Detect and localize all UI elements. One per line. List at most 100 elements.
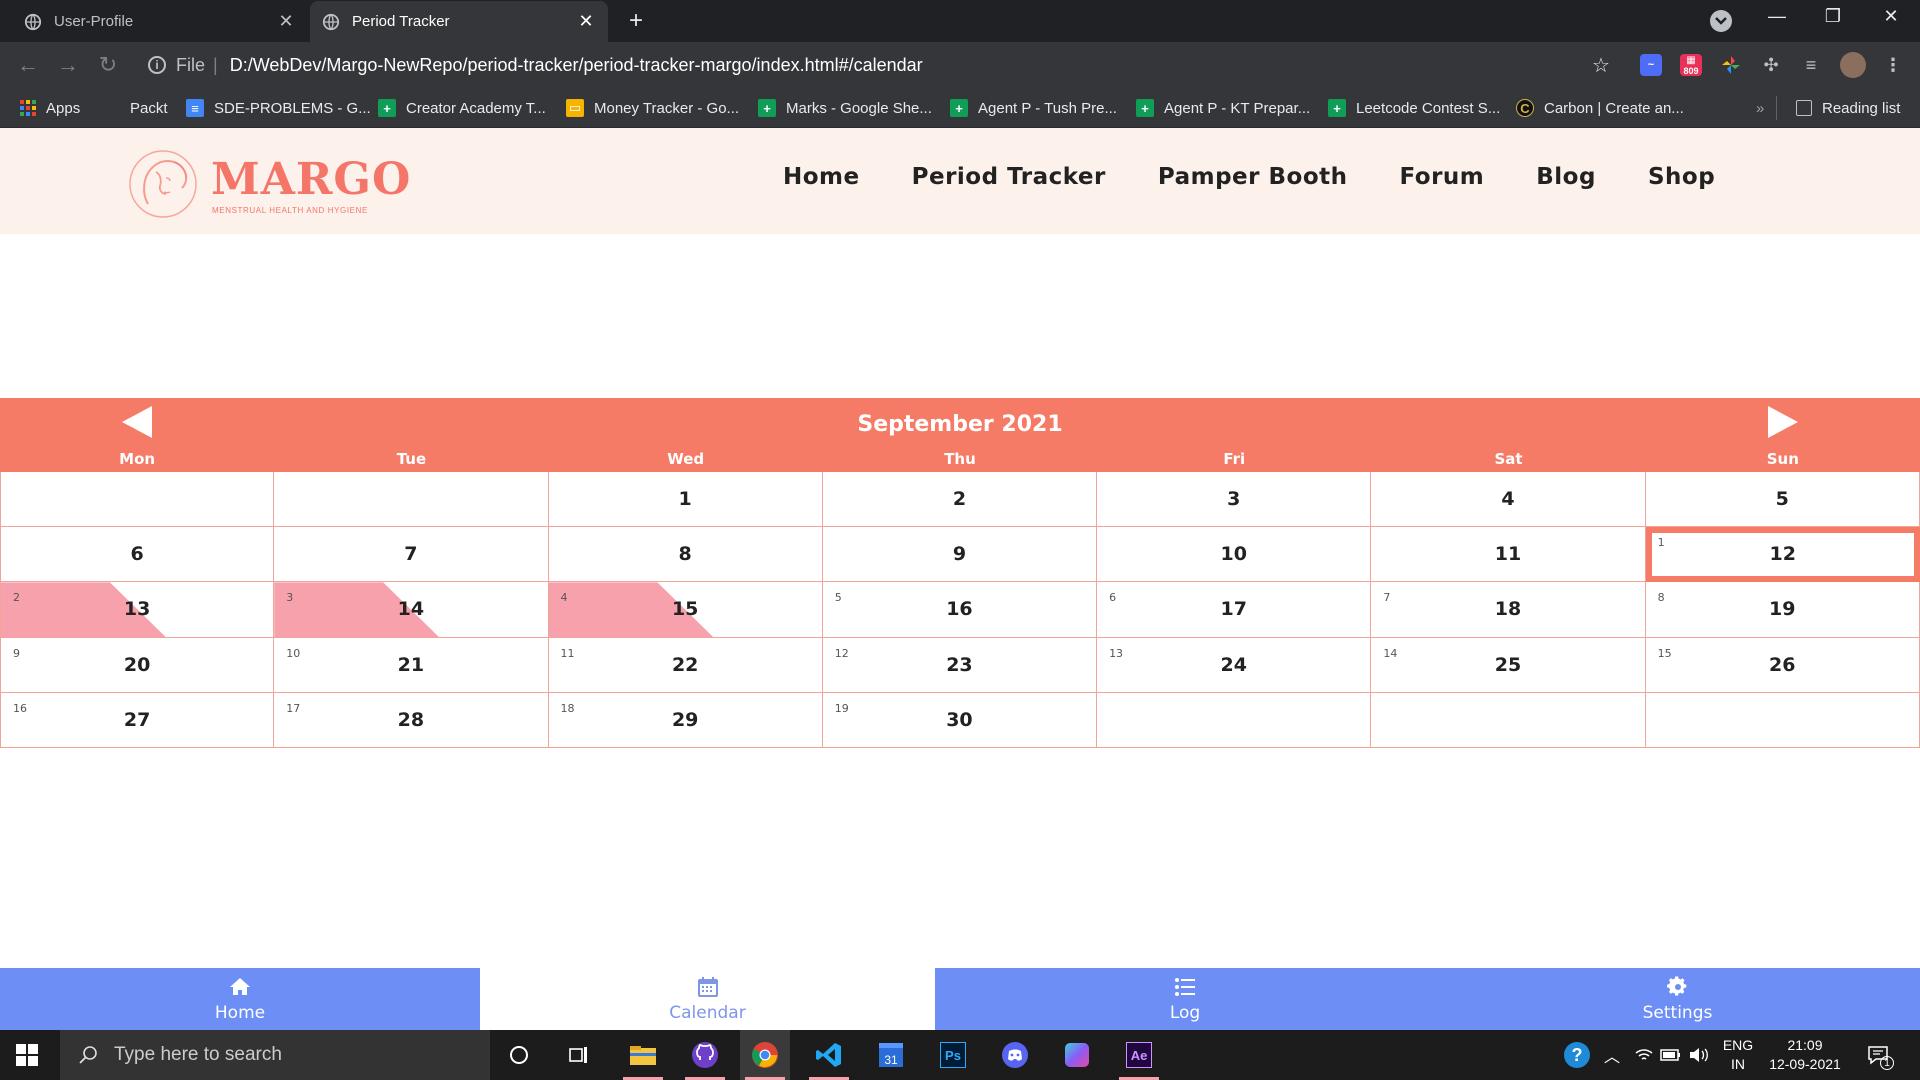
bookmark-money-tracker[interactable]: ▭ Money Tracker - Go... [566,96,739,120]
minimize-icon[interactable]: — [1762,6,1792,27]
bookmark-marks[interactable]: + Marks - Google She... [758,96,932,120]
wifi-icon[interactable] [1634,1030,1654,1080]
bottom-nav-home[interactable]: Home [0,968,480,1030]
system-clock[interactable]: 21:09 12-09-2021 [1760,1036,1850,1074]
new-tab-button[interactable]: + [622,9,650,33]
calendar-day[interactable]: 9 [822,527,1098,583]
next-month-arrow-icon[interactable] [1768,406,1798,438]
chevron-up-icon[interactable]: ︿ [1604,1030,1620,1080]
discord-icon[interactable] [990,1030,1040,1080]
calendar-day[interactable]: 7 18 [1371,582,1646,638]
reload-icon[interactable]: ↻ [94,52,122,78]
calendar-day[interactable]: 7 [274,527,549,583]
after-effects-icon[interactable]: Ae [1114,1030,1164,1080]
vscode-icon[interactable] [804,1030,854,1080]
calendar-day[interactable]: 10 [1097,527,1372,583]
calendar-day[interactable]: 5 [1645,472,1920,528]
messenger-extension-icon[interactable]: ~ [1640,54,1662,76]
bookmark-carbon[interactable]: C Carbon | Create an... [1516,96,1684,120]
calendar-day[interactable]: 17 28 [274,692,549,748]
nav-shop[interactable]: Shop [1648,164,1715,190]
kebab-menu-icon[interactable]: ⋮ [1882,54,1904,76]
calendar-day-period[interactable]: 3 14 [274,582,549,638]
calendar-day[interactable]: 2 [822,472,1098,528]
chrome-icon[interactable] [740,1030,790,1080]
address-bar[interactable]: i File | D:/WebDev/Margo-NewRepo/period-… [138,49,1618,81]
windows-start-icon[interactable] [16,1044,38,1066]
calendar-day[interactable]: 11 [1371,527,1646,583]
calendar-day[interactable]: 10 21 [274,637,549,693]
bookmark-sde-problems[interactable]: ≡ SDE-PROBLEMS - G... [186,96,371,120]
day-number: 22 [671,653,699,676]
restore-icon[interactable]: ❐ [1818,6,1848,27]
nav-blog[interactable]: Blog [1536,164,1596,190]
calendar-day[interactable]: 15 26 [1645,637,1920,693]
bookmark-packt[interactable]: Packt [130,96,168,120]
bookmark-apps[interactable]: Apps [20,96,80,120]
calendar-day[interactable]: 3 [1097,472,1372,528]
tab-search-icon[interactable] [1710,10,1732,32]
info-icon[interactable]: i [148,56,166,74]
nav-home[interactable]: Home [783,164,860,190]
calendar-day[interactable]: 1 [548,472,823,528]
gradient-app-icon[interactable] [1052,1030,1102,1080]
day-number: 4 [1501,488,1515,510]
nav-pamper-booth[interactable]: Pamper Booth [1158,164,1348,190]
calendar-day-period[interactable]: 2 13 [0,582,275,638]
taskbar-search-box[interactable]: Type here to search [60,1030,490,1080]
calendar-day[interactable]: 13 24 [1097,637,1372,693]
notification-center-icon[interactable]: 1 [1866,1030,1894,1080]
counter-extension-icon[interactable]: ▦ 809 [1680,54,1702,76]
close-icon[interactable]: ✕ [576,11,596,32]
speaker-icon[interactable] [1688,1030,1710,1080]
calendar-day[interactable]: 8 19 [1645,582,1920,638]
bottom-nav-calendar[interactable]: Calendar [480,968,935,1030]
puzzle-extensions-icon[interactable]: ✣ [1760,54,1782,76]
url-text[interactable]: D:/WebDev/Margo-NewRepo/period-tracker/p… [230,55,923,76]
calendar-day[interactable]: 4 [1371,472,1646,528]
margo-logo[interactable]: MARGO MENSTRUAL HEALTH AND HYGIENE [126,140,410,220]
help-icon[interactable]: ? [1564,1030,1590,1080]
calendar-day-period[interactable]: 4 15 [548,582,823,638]
calendar-app-icon[interactable]: 31 [866,1030,916,1080]
back-arrow-icon[interactable]: ← [14,52,42,78]
close-window-icon[interactable]: ✕ [1876,6,1906,27]
calendar-day[interactable]: 14 25 [1371,637,1646,693]
calendar-day[interactable]: 6 17 [1097,582,1372,638]
forward-arrow-icon[interactable]: → [54,52,82,78]
github-desktop-icon[interactable] [680,1030,730,1080]
bottom-nav-log[interactable]: Log [935,968,1435,1030]
nav-forum[interactable]: Forum [1400,164,1485,190]
calendar-day[interactable]: 9 20 [0,637,275,693]
cortana-icon[interactable] [494,1030,544,1080]
task-view-icon[interactable] [554,1030,604,1080]
colorpicker-extension-icon[interactable] [1720,54,1742,76]
bookmark-agent-p-kt[interactable]: + Agent P - KT Prepar... [1136,96,1310,120]
tab-period-tracker[interactable]: Period Tracker ✕ [310,1,608,42]
input-language[interactable]: ENG IN [1718,1036,1758,1074]
reading-list-button[interactable]: Reading list [1796,96,1900,120]
battery-icon[interactable] [1660,1030,1682,1080]
file-explorer-icon[interactable] [618,1030,668,1080]
bookmark-agent-p-tush[interactable]: + Agent P - Tush Pre... [950,96,1117,120]
tab-user-profile[interactable]: User-Profile ✕ [12,1,308,42]
nav-period-tracker[interactable]: Period Tracker [912,164,1106,190]
close-icon[interactable]: ✕ [276,11,296,32]
calendar-day[interactable]: 19 30 [822,692,1098,748]
calendar-day[interactable]: 8 [548,527,823,583]
calendar-day[interactable]: 16 27 [0,692,275,748]
media-control-icon[interactable]: ≡ [1800,54,1822,76]
calendar-day[interactable]: 12 23 [822,637,1098,693]
calendar-day[interactable]: 11 22 [548,637,823,693]
calendar-day[interactable]: 6 [0,527,275,583]
calendar-day[interactable]: 18 29 [548,692,823,748]
calendar-day[interactable]: 5 16 [822,582,1098,638]
bottom-nav-settings[interactable]: Settings [1435,968,1920,1030]
bookmark-creator-academy[interactable]: + Creator Academy T... [378,96,546,120]
calendar-day-today[interactable]: 1 12 [1645,527,1920,583]
bookmark-leetcode-contest[interactable]: + Leetcode Contest S... [1328,96,1500,120]
star-bookmark-icon[interactable]: ☆ [1590,54,1612,77]
avatar[interactable] [1840,52,1866,78]
photoshop-icon[interactable]: Ps [928,1030,978,1080]
bookmarks-overflow-button[interactable]: » [1756,96,1764,120]
